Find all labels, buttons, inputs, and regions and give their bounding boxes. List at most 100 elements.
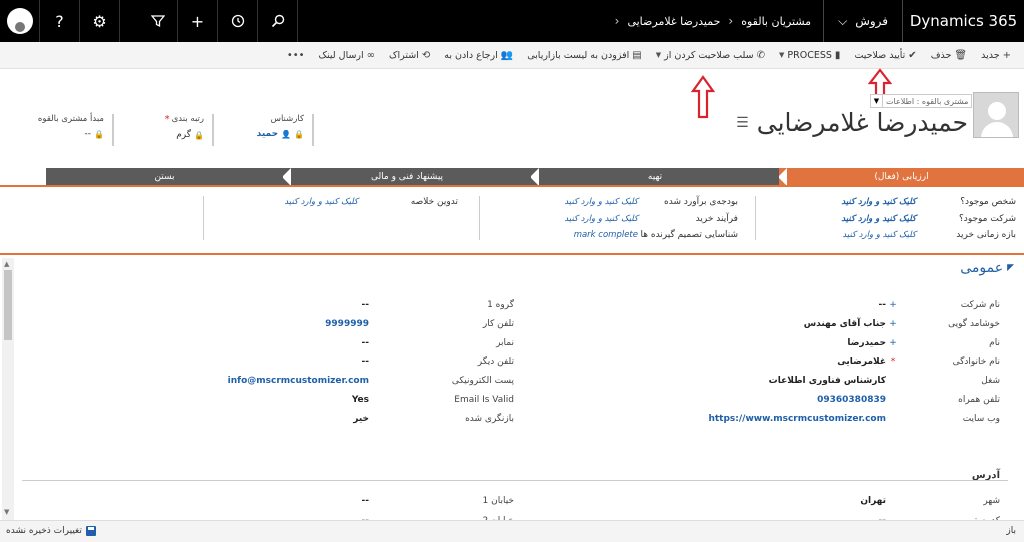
user-avatar-button[interactable] bbox=[0, 0, 40, 42]
filter-icon[interactable] bbox=[138, 0, 178, 42]
field-value[interactable]: -- bbox=[656, 300, 886, 310]
delete-label: حذف bbox=[930, 49, 952, 61]
field-value[interactable]: خیر bbox=[139, 414, 369, 424]
section-divider bbox=[0, 253, 1024, 255]
field-value[interactable]: Yes bbox=[139, 395, 369, 405]
section-general-header[interactable]: ◤ عمومی bbox=[960, 260, 1014, 276]
process-stage-0[interactable]: ارزیابی (فعال) bbox=[778, 168, 1024, 186]
history-icon[interactable] bbox=[218, 0, 258, 42]
field-value[interactable]: -- bbox=[139, 300, 369, 310]
process-stage-2[interactable]: پیشنهاد فنی و مالی bbox=[282, 168, 531, 186]
form-field-row: تلفن کار 9999999 bbox=[14, 315, 514, 333]
field-value[interactable]: -- bbox=[139, 496, 369, 506]
form-field-row: گروه 1 -- bbox=[14, 296, 514, 314]
field-value[interactable]: 09360380839 bbox=[656, 395, 886, 405]
scroll-up-icon[interactable]: ▲ bbox=[4, 260, 9, 268]
field-value[interactable]: جناب آقای مهندس bbox=[656, 319, 886, 329]
disqualify-label: سلب صلاحیت کردن از bbox=[664, 49, 754, 61]
chevron-down-icon: ⌵ bbox=[838, 13, 848, 28]
plus-icon[interactable]: + bbox=[178, 0, 218, 42]
form-field-row: پست الکترونیکی info@mscrmcustomizer.com bbox=[14, 372, 514, 390]
area-label: فروش bbox=[855, 14, 888, 28]
field-label: تلفن کار bbox=[482, 319, 514, 329]
divider bbox=[479, 196, 480, 240]
field-value[interactable]: 9999999 bbox=[139, 319, 369, 329]
stage-field-value[interactable]: کلیک کنید و وارد کنید bbox=[756, 197, 916, 207]
field-value[interactable]: info@mscrmcustomizer.com bbox=[139, 376, 369, 386]
help-icon[interactable]: ? bbox=[40, 0, 80, 42]
field-label: نام خانوادگی bbox=[952, 357, 1000, 367]
record-photo[interactable] bbox=[973, 92, 1019, 138]
email-link-button[interactable]: ∞ ارسال لینک bbox=[312, 42, 382, 69]
assign-button[interactable]: 👥 ارجاع دادن به bbox=[437, 42, 520, 69]
menu-icon[interactable]: ☰ bbox=[736, 115, 749, 131]
record-title: حمیدرضا غلامرضایی bbox=[756, 108, 968, 137]
lock-icon: 🔒 bbox=[94, 129, 104, 139]
save-icon[interactable] bbox=[85, 526, 96, 536]
header-field-owner[interactable]: کارشناس 🔒 👤 حمید bbox=[222, 114, 314, 146]
plus-icon: + bbox=[1002, 49, 1011, 61]
breadcrumb-leads[interactable]: مشتریان بالقوه bbox=[741, 15, 811, 28]
field-value[interactable]: https://www.mscrmcustomizer.com bbox=[656, 414, 886, 424]
more-icon: ••• bbox=[286, 49, 305, 61]
vertical-scrollbar[interactable]: ▲ ▼ bbox=[2, 258, 14, 520]
delete-button[interactable]: 🗑 حذف bbox=[924, 42, 974, 69]
field-label: کارشناس bbox=[270, 114, 304, 124]
field-value[interactable]: کارشناس فناوری اطلاعات bbox=[656, 376, 886, 386]
stage-separator bbox=[282, 168, 291, 186]
stage-field-value[interactable]: mark complete bbox=[478, 230, 638, 240]
scroll-down-icon[interactable]: ▼ bbox=[4, 508, 9, 516]
avatar bbox=[6, 8, 33, 34]
field-label: نام شرکت bbox=[960, 300, 1000, 310]
field-label: پست الکترونیکی bbox=[451, 376, 514, 386]
stage-field-value[interactable]: کلیک کنید و وارد کنید bbox=[478, 214, 638, 224]
header-field-rating[interactable]: رتبه بندی * 🔒 گرم bbox=[122, 114, 214, 146]
new-button[interactable]: + جدید bbox=[974, 42, 1018, 69]
stage-field-row: شناسایی تصمیم گیرنده ها mark complete bbox=[478, 227, 738, 244]
dropdown-arrow-icon: ▼ bbox=[655, 51, 662, 59]
field-value[interactable]: -- bbox=[139, 338, 369, 348]
footer-status-bar: باز تغییرات ذخیره نشده bbox=[0, 520, 1024, 542]
required-mark: + bbox=[889, 300, 897, 310]
qualify-button[interactable]: ✔ تأیید صلاحیت bbox=[847, 42, 923, 69]
more-button[interactable]: ••• bbox=[280, 42, 312, 69]
breadcrumb-record[interactable]: حمیدرضا غلامرضایی bbox=[627, 15, 720, 28]
app-brand[interactable]: Dynamics 365 bbox=[902, 0, 1024, 42]
stage-field-value[interactable]: کلیک کنید و وارد کنید bbox=[478, 197, 638, 207]
field-value[interactable]: غلامرضایی bbox=[656, 357, 886, 367]
field-value[interactable]: تهران bbox=[656, 496, 886, 506]
process-stage-3[interactable]: بستن bbox=[46, 168, 283, 186]
form-field-row: بازنگری شده خیر bbox=[14, 410, 514, 428]
stage-field-value[interactable]: کلیک کنید و وارد کنید bbox=[756, 230, 916, 240]
disqualify-button[interactable]: ✆ سلب صلاحیت کردن از ▼ bbox=[649, 42, 772, 69]
form-field-row: تلفن دیگر -- bbox=[14, 353, 514, 371]
scrollbar-thumb[interactable] bbox=[4, 270, 12, 340]
stage-field-value[interactable]: کلیک کنید و وارد کنید bbox=[756, 214, 916, 224]
lock-icon: 🔒 bbox=[294, 129, 304, 139]
field-value: گرم bbox=[176, 130, 192, 140]
add-to-marketing-list-button[interactable]: ▤ افزودن به لیست بازاریابی bbox=[520, 42, 649, 69]
chevron-left-icon[interactable]: ‹ bbox=[615, 14, 620, 28]
field-value[interactable]: -- bbox=[139, 357, 369, 367]
header-field-value[interactable]: 🔒 👤 حمید bbox=[222, 129, 304, 139]
header-field-lead-source[interactable]: مبدأ مشتری بالقوه 🔒 -- bbox=[22, 114, 114, 146]
form-selector[interactable]: مشتری بالقوه : اطلاعات ▼ bbox=[870, 94, 973, 108]
process-button[interactable]: ▮ PROCESS ▼ bbox=[772, 42, 847, 69]
field-label: وب سایت bbox=[962, 414, 1000, 424]
header-fields: کارشناس 🔒 👤 حمید رتبه بندی * 🔒 گرم مبدأ مشتری با… bbox=[14, 114, 314, 146]
share-label: اشتراک bbox=[389, 49, 419, 61]
process-stage-1[interactable]: تهیه bbox=[530, 168, 779, 186]
share-button[interactable]: ⟲ اشتراک bbox=[382, 42, 437, 69]
command-bar: + جدید 🗑 حذف ✔ تأیید صلاحیت ▮ PROCESS ▼ ✆ سلب صلاح… bbox=[0, 42, 1024, 69]
search-icon[interactable] bbox=[258, 0, 298, 42]
form-field-row: نام خانوادگی * غلامرضایی bbox=[530, 353, 1000, 371]
form-selector-label: مشتری بالقوه : اطلاعات bbox=[886, 96, 969, 106]
field-value[interactable]: حمیدرضا bbox=[656, 338, 886, 348]
header-field-value: 🔒 -- bbox=[22, 129, 104, 139]
stage-field-value[interactable]: کلیک کنید و وارد کنید bbox=[198, 197, 358, 207]
save-status-text: تغییرات ذخیره نشده bbox=[6, 526, 82, 536]
field-label: شهر bbox=[983, 496, 1000, 506]
add-to-marketing-list-label: افزودن به لیست بازاریابی bbox=[527, 49, 630, 61]
gear-icon[interactable]: ⚙ bbox=[80, 0, 120, 42]
area-switcher[interactable]: فروش ⌵ bbox=[823, 0, 902, 42]
